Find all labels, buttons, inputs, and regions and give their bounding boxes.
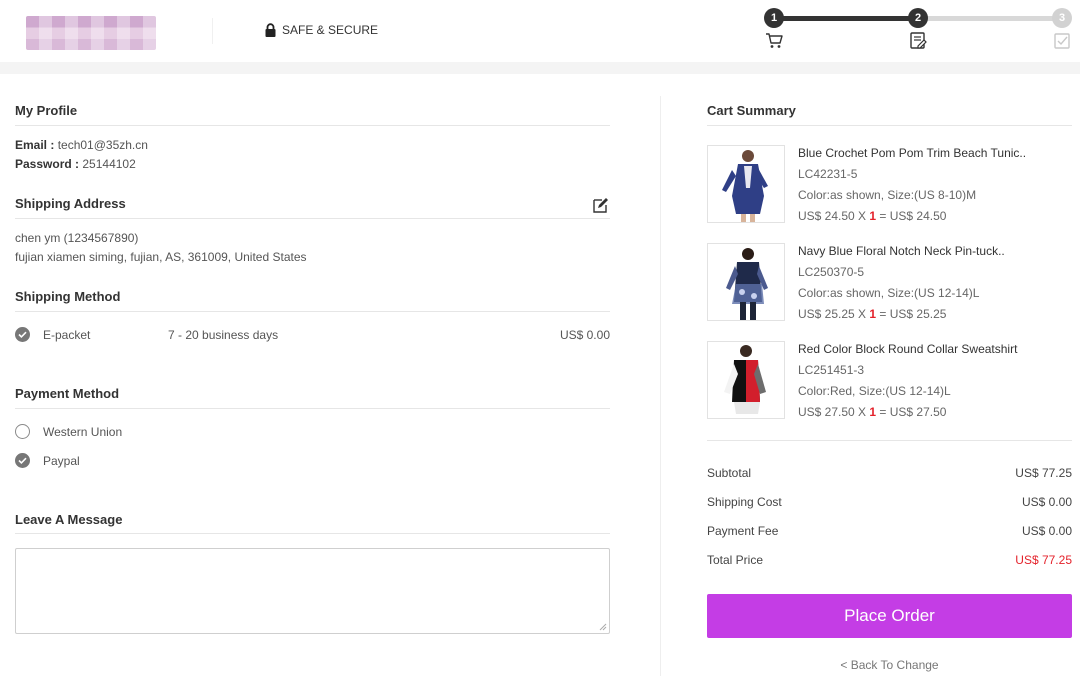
product-name-2[interactable]: Navy Blue Floral Notch Neck Pin-tuck.. — [798, 244, 1005, 258]
header: SAFE & SECURE 1 2 3 — [0, 0, 1080, 62]
shipping-method-name: E-packet — [43, 328, 91, 342]
progress-line-done — [774, 16, 919, 21]
header-divider — [212, 18, 213, 44]
product-unit-price: US$ 24.50 X — [798, 209, 870, 223]
payment-paypal-radio[interactable] — [15, 453, 30, 468]
password-row: Password : 25144102 — [15, 157, 136, 171]
total-price-value: US$ 77.25 — [1015, 553, 1072, 567]
resize-grip-icon[interactable] — [598, 622, 607, 631]
product-thumbnail-1[interactable] — [707, 145, 785, 223]
section-divider — [707, 440, 1072, 441]
place-order-button[interactable]: Place Order — [707, 594, 1072, 638]
product-price-row-1: US$ 24.50 X 1 = US$ 24.50 — [798, 209, 946, 223]
step-3-dot: 3 — [1052, 8, 1072, 28]
column-divider — [660, 96, 661, 676]
shipping-cost-label: Shipping Cost — [707, 495, 782, 509]
subtotal-value: US$ 77.25 — [1015, 466, 1072, 480]
my-profile-title: My Profile — [15, 103, 78, 118]
product-line-total: = US$ 24.50 — [876, 209, 947, 223]
section-divider — [15, 533, 610, 534]
product-options-2: Color:as shown, Size:(US 12-14)L — [798, 286, 980, 300]
email-label: Email : — [15, 138, 55, 152]
product-unit-price: US$ 25.25 X — [798, 307, 870, 321]
back-to-change-link[interactable]: < Back To Change — [707, 658, 1072, 672]
shipping-epacket-radio[interactable] — [15, 327, 30, 342]
payment-fee-label: Payment Fee — [707, 524, 779, 538]
checkbox-complete-icon — [1054, 33, 1070, 49]
product-thumbnail-3[interactable] — [707, 341, 785, 419]
product-name-1[interactable]: Blue Crochet Pom Pom Trim Beach Tunic.. — [798, 146, 1026, 160]
product-image-floral-top — [708, 244, 784, 320]
site-logo[interactable] — [26, 16, 156, 50]
product-thumbnail-2[interactable] — [707, 243, 785, 321]
payment-fee-value: US$ 0.00 — [1021, 524, 1072, 538]
section-divider — [15, 408, 610, 409]
total-price-label: Total Price — [707, 553, 764, 567]
shipping-cost-value: US$ 0.00 — [1021, 495, 1072, 509]
payment-western-union-radio[interactable] — [15, 424, 30, 439]
shipping-method-title: Shipping Method — [15, 289, 121, 304]
email-value: tech01@35zh.cn — [57, 138, 148, 152]
payment-option-paypal[interactable]: Paypal — [43, 454, 80, 468]
lock-icon — [265, 22, 276, 37]
checkout-progress: 1 2 3 — [764, 8, 1072, 56]
section-divider — [707, 125, 1072, 126]
edit-icon[interactable] — [592, 196, 610, 214]
email-row: Email : tech01@35zh.cn — [15, 138, 148, 152]
address-line: fujian xiamen siming, fujian, AS, 361009… — [15, 250, 307, 264]
safe-secure-badge: SAFE & SECURE — [264, 22, 378, 38]
product-line-total: = US$ 27.50 — [876, 405, 947, 419]
product-unit-price: US$ 27.50 X — [798, 405, 870, 419]
subtotal-label: Subtotal — [707, 466, 752, 480]
step-1-dot: 1 — [764, 8, 784, 28]
order-form-icon — [910, 32, 927, 49]
product-name-3[interactable]: Red Color Block Round Collar Sweatshirt — [798, 342, 1017, 356]
password-label: Password : — [15, 157, 80, 171]
cart-icon — [766, 33, 783, 48]
message-textarea[interactable] — [15, 548, 610, 634]
payment-method-title: Payment Method — [15, 386, 120, 401]
section-divider — [15, 311, 610, 312]
product-sku-2: LC250370-5 — [798, 265, 865, 279]
check-icon — [18, 457, 27, 465]
product-price-row-2: US$ 25.25 X 1 = US$ 25.25 — [798, 307, 946, 321]
shipping-method-days: 7 - 20 business days — [168, 328, 279, 342]
product-sku-3: LC251451-3 — [798, 363, 865, 377]
shipping-address-title: Shipping Address — [15, 196, 126, 211]
leave-message-title: Leave A Message — [15, 512, 123, 527]
cart-summary-title: Cart Summary — [707, 103, 796, 118]
product-image-sweatshirt — [708, 342, 784, 418]
shipping-method-price: US$ 0.00 — [559, 328, 610, 342]
password-value: 25144102 — [82, 157, 136, 171]
product-options-1: Color:as shown, Size:(US 8-10)M — [798, 188, 977, 202]
product-price-row-3: US$ 27.50 X 1 = US$ 27.50 — [798, 405, 946, 419]
progress-line-todo — [918, 16, 1062, 21]
product-options-3: Color:Red, Size:(US 12-14)L — [798, 384, 951, 398]
step-2-dot: 2 — [908, 8, 928, 28]
header-shadow-band — [0, 62, 1080, 74]
safe-secure-label: SAFE & SECURE — [282, 23, 379, 37]
product-line-total: = US$ 25.25 — [876, 307, 947, 321]
section-divider — [15, 125, 610, 126]
product-sku-1: LC42231-5 — [798, 167, 858, 181]
check-icon — [18, 331, 27, 339]
product-image-tunic — [708, 146, 784, 222]
section-divider — [15, 218, 610, 219]
payment-option-western-union[interactable]: Western Union — [43, 425, 122, 439]
address-name-phone: chen ym (1234567890) — [15, 231, 139, 245]
